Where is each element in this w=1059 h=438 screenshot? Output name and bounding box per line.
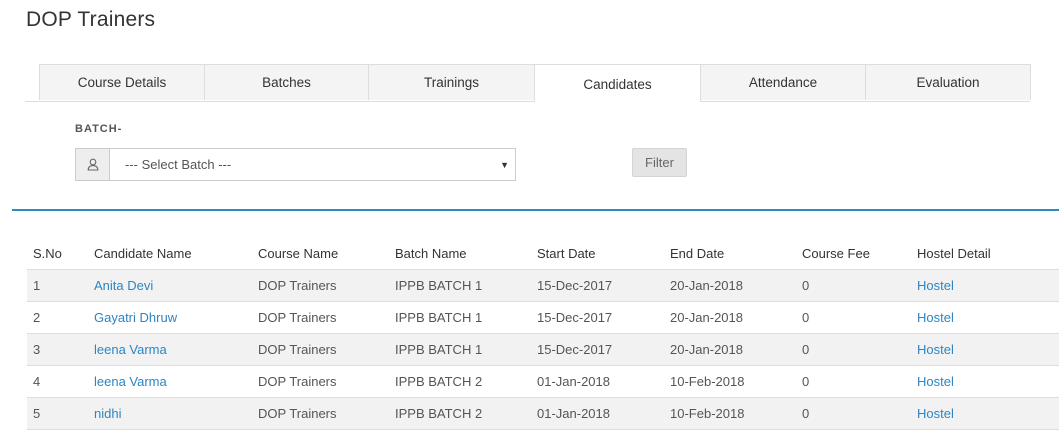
cell-course-name: DOP Trainers [252,301,389,334]
header-hostel-detail: Hostel Detail [911,237,1059,270]
candidate-link[interactable]: leena Varma [94,342,167,357]
cell-sno: 4 [27,365,88,398]
header-course-name: Course Name [252,237,389,270]
page-title: DOP Trainers [26,8,156,31]
header-course-fee: Course Fee [796,237,911,270]
cell-start-date: 01-Jan-2018 [531,397,664,430]
cell-start-date: 15-Dec-2017 [531,333,664,366]
cell-hostel-detail: Hostel [911,397,1059,430]
cell-course-fee: 0 [796,333,911,366]
header-sno: S.No [27,237,88,270]
tab-batches[interactable]: Batches [204,64,369,100]
cell-candidate-name: Gayatri Dhruw [88,301,252,334]
cell-candidate-name: leena Varma [88,333,252,366]
tab-trainings[interactable]: Trainings [368,64,535,100]
cell-sno: 1 [27,269,88,302]
cell-start-date: 15-Dec-2017 [531,301,664,334]
cell-course-fee: 0 [796,269,911,302]
cell-batch-name: IPPB BATCH 1 [389,301,531,334]
cell-candidate-name: Anita Devi [88,269,252,302]
tab-course-details[interactable]: Course Details [39,64,205,100]
cell-batch-name: IPPB BATCH 2 [389,397,531,430]
cell-candidate-name: nidhi [88,397,252,430]
candidate-link[interactable]: Gayatri Dhruw [94,310,177,325]
cell-course-fee: 0 [796,301,911,334]
table-row: 5 nidhi DOP Trainers IPPB BATCH 2 01-Jan… [27,397,1059,430]
table-row: 2 Gayatri Dhruw DOP Trainers IPPB BATCH … [27,301,1059,334]
cell-hostel-detail: Hostel [911,269,1059,302]
cell-hostel-detail: Hostel [911,365,1059,398]
cell-batch-name: IPPB BATCH 1 [389,269,531,302]
cell-hostel-detail: Hostel [911,333,1059,366]
hostel-link[interactable]: Hostel [917,406,954,421]
hostel-link[interactable]: Hostel [917,342,954,357]
cell-course-name: DOP Trainers [252,397,389,430]
cell-course-fee: 0 [796,397,911,430]
cell-start-date: 01-Jan-2018 [531,365,664,398]
cell-end-date: 20-Jan-2018 [664,269,796,302]
tabs-baseline [25,101,1030,102]
cell-end-date: 10-Feb-2018 [664,397,796,430]
cell-sno: 5 [27,397,88,430]
batch-select[interactable]: --- Select Batch --- ▼ [110,149,515,180]
header-start-date: Start Date [531,237,664,270]
tab-evaluation[interactable]: Evaluation [865,64,1031,100]
cell-end-date: 10-Feb-2018 [664,365,796,398]
cell-course-name: DOP Trainers [252,333,389,366]
cell-course-name: DOP Trainers [252,365,389,398]
cell-batch-name: IPPB BATCH 2 [389,365,531,398]
filter-button[interactable]: Filter [632,148,687,177]
cell-candidate-name: leena Varma [88,365,252,398]
cell-start-date: 15-Dec-2017 [531,269,664,302]
candidate-link[interactable]: nidhi [94,406,121,421]
header-batch-name: Batch Name [389,237,531,270]
cell-course-name: DOP Trainers [252,269,389,302]
candidate-link[interactable]: leena Varma [94,374,167,389]
batch-select-value: --- Select Batch --- [125,157,232,172]
table-header-row: S.No Candidate Name Course Name Batch Na… [27,237,1059,270]
section-divider [12,209,1059,211]
caret-down-icon: ▼ [500,159,509,170]
batch-select-group: --- Select Batch --- ▼ [75,148,516,181]
cell-sno: 3 [27,333,88,366]
table-row: 3 leena Varma DOP Trainers IPPB BATCH 1 … [27,333,1059,366]
table-row: 1 Anita Devi DOP Trainers IPPB BATCH 1 1… [27,269,1059,302]
cell-batch-name: IPPB BATCH 1 [389,333,531,366]
table-row: 4 leena Varma DOP Trainers IPPB BATCH 2 … [27,365,1059,398]
candidates-table: S.No Candidate Name Course Name Batch Na… [27,237,1059,430]
user-icon [76,149,110,180]
cell-hostel-detail: Hostel [911,301,1059,334]
candidate-link[interactable]: Anita Devi [94,278,153,293]
hostel-link[interactable]: Hostel [917,278,954,293]
header-end-date: End Date [664,237,796,270]
batch-label: BATCH- [75,123,123,135]
tab-attendance[interactable]: Attendance [700,64,866,100]
header-candidate-name: Candidate Name [88,237,252,270]
cell-end-date: 20-Jan-2018 [664,301,796,334]
hostel-link[interactable]: Hostel [917,310,954,325]
cell-course-fee: 0 [796,365,911,398]
hostel-link[interactable]: Hostel [917,374,954,389]
tab-candidates[interactable]: Candidates [534,64,701,102]
cell-end-date: 20-Jan-2018 [664,333,796,366]
cell-sno: 2 [27,301,88,334]
